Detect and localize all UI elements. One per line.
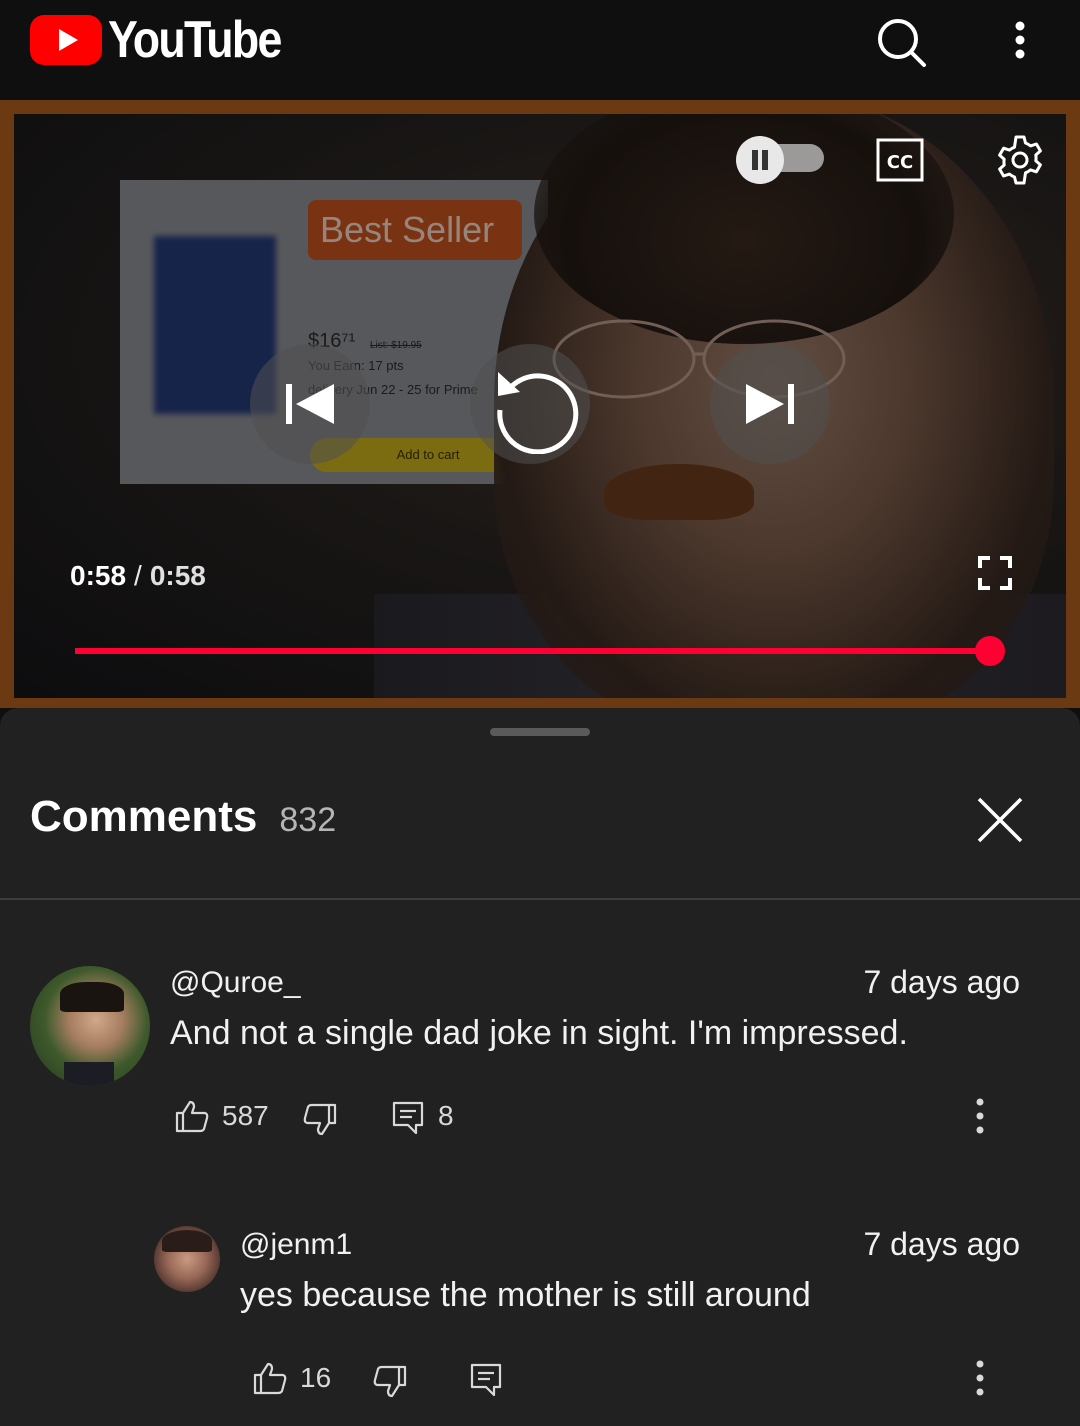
skip-next-icon [746,384,794,424]
reply-count: 8 [438,1100,454,1131]
comment-more-icon[interactable] [962,1360,998,1396]
close-icon[interactable] [974,794,1026,846]
dislike-icon[interactable] [372,1364,408,1400]
progress-bar[interactable] [75,636,1005,666]
like-count: 16 [300,1362,332,1393]
avatar-hair [60,982,124,1012]
replay-icon [497,372,579,454]
like-count: 587 [222,1100,269,1131]
reply-icon[interactable] [468,1362,504,1398]
avatar-tux [64,1062,114,1086]
skip-previous-icon [286,384,334,424]
comment-more-icon[interactable] [962,1098,998,1134]
avatar[interactable] [30,966,150,1086]
time-display: 0:58/0:58 [70,560,206,592]
autoplay-toggle-knob [736,136,784,184]
avatar[interactable] [154,1226,220,1292]
captions-label: CC [887,152,913,173]
comment-text: And not a single dad joke in sight. I'm … [170,1014,908,1052]
more-vert-icon[interactable] [992,14,1048,70]
top-app-bar: YouTube [0,0,1080,100]
next-button[interactable] [710,344,830,464]
drag-handle[interactable] [490,728,590,736]
comments-count: 832 [279,801,337,839]
captions-icon[interactable]: CC [876,136,924,184]
comments-title: Comments [30,792,258,841]
comment-author[interactable]: @Quroe_ [170,966,301,1000]
duration: 0:58 [149,560,206,591]
pause-bar-right [762,150,768,170]
current-time: 0:58 [70,560,127,591]
fullscreen-icon[interactable] [976,554,1014,592]
progress-played [75,648,990,654]
dislike-icon[interactable] [302,1102,338,1138]
comment-text: yes because the mother is still around [240,1276,811,1314]
comment-author[interactable]: @jenm1 [240,1228,352,1262]
like-icon[interactable] [174,1098,210,1134]
video-player[interactable]: Best Seller $16⁷¹ List: $19.95 You Earn:… [0,100,1080,708]
comment-time: 7 days ago [863,964,1020,1000]
scrubber-handle[interactable] [975,636,1005,666]
comments-panel: Comments 832 @Quroe_ 7 days ago And not … [0,708,1080,1426]
youtube-play-icon [30,15,102,65]
youtube-wordmark: YouTube [108,11,282,69]
avatar-hair [162,1230,212,1252]
previous-button[interactable] [250,344,370,464]
reply-icon[interactable] [390,1100,426,1136]
time-separator: / [134,560,142,591]
autoplay-toggle[interactable] [736,136,824,184]
header-divider [0,898,1080,900]
replay-button[interactable] [470,344,590,464]
comment-time: 7 days ago [863,1226,1020,1262]
search-icon[interactable] [872,14,928,70]
comments-header: Comments 832 [30,792,336,842]
settings-gear-icon[interactable] [994,134,1046,186]
like-icon[interactable] [252,1360,288,1396]
pause-bar-left [752,150,758,170]
youtube-logo[interactable]: YouTube [30,11,309,69]
